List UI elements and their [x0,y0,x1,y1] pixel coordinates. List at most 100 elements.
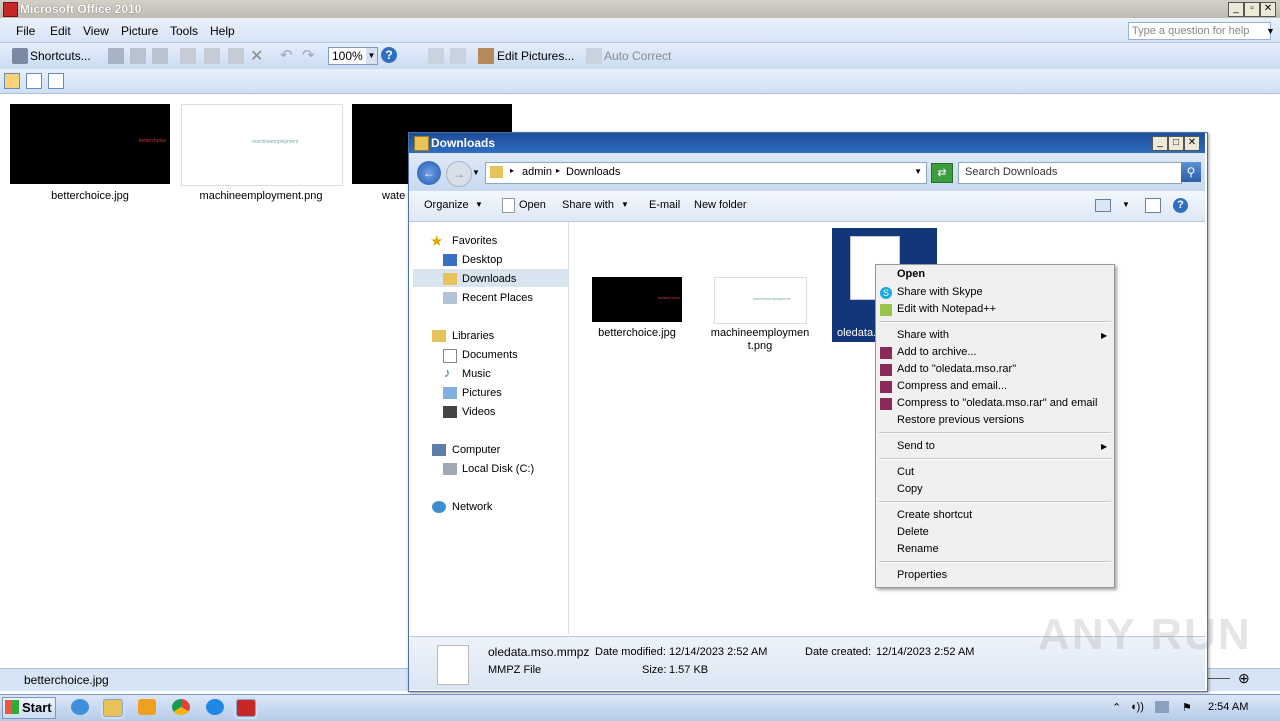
rotate-icon[interactable] [450,48,466,64]
nav-pictures[interactable]: Pictures [462,387,502,399]
breadcrumb-admin[interactable]: admin [522,166,552,178]
thumbnail-betterchoice[interactable]: betterchoice [10,104,170,184]
organize-button[interactable]: Organize [424,199,469,211]
menu-picture[interactable]: Picture [121,24,158,38]
auto-correct-button[interactable]: Auto Correct [604,49,671,63]
minimize-button[interactable]: _ [1228,2,1244,17]
help-icon[interactable]: ? [381,47,397,63]
file-name[interactable]: betterchoice.jpg [588,327,686,339]
refresh-icon[interactable]: ⇄ [931,163,953,183]
file-thumb-machineemployment[interactable]: machineemployment [714,277,807,324]
nav-computer[interactable]: Computer [452,444,500,456]
search-input[interactable]: Search Downloads [958,162,1182,184]
thumbnails-view-icon[interactable] [4,73,20,89]
copy-icon[interactable] [204,48,220,64]
chrome-icon[interactable] [172,699,190,715]
address-dropdown-icon[interactable]: ▼ [914,167,922,176]
explorer-maximize-button[interactable]: □ [1168,136,1184,151]
office-taskbar-icon[interactable] [236,699,256,717]
zoom-slider[interactable] [1206,678,1230,679]
share-with-button[interactable]: Share with [562,199,614,211]
clock[interactable]: 2:54 AM [1208,701,1248,713]
shortcuts-button[interactable]: Shortcuts... [30,49,91,63]
search-icon[interactable]: ⚲ [1181,162,1201,182]
new-folder-button[interactable]: New folder [694,199,747,211]
volume-icon[interactable]: ◖)) [1130,701,1144,713]
flag-icon[interactable]: ⚑ [1182,701,1192,714]
open-button[interactable]: Open [519,199,546,211]
network-tray-icon[interactable] [1155,701,1169,713]
menu-view[interactable]: View [83,24,109,38]
ie-icon[interactable] [71,699,89,715]
close-button[interactable]: ✕ [1260,2,1276,17]
nav-documents[interactable]: Documents [462,349,518,361]
forward-button[interactable]: → [446,161,472,187]
paste-icon[interactable] [228,48,244,64]
edge-icon[interactable] [206,699,224,715]
print-icon[interactable] [130,48,146,64]
filmstrip-view-icon[interactable] [26,73,42,89]
ctx-properties[interactable]: Properties [897,569,947,581]
back-button[interactable]: ← [417,161,441,185]
breadcrumb-arrow-icon[interactable]: ▸ [556,166,560,175]
ctx-send-to[interactable]: Send to [897,440,935,452]
nav-videos[interactable]: Videos [462,406,495,418]
view-dropdown-icon[interactable]: ▼ [1122,200,1130,209]
ctx-cut[interactable]: Cut [897,466,914,478]
ask-question-input[interactable]: Type a question for help [1128,22,1271,40]
thumbnail-machineemployment[interactable]: machineemployment [181,104,343,186]
ctx-edit-notepadpp[interactable]: Edit with Notepad++ [897,303,996,315]
preview-pane-icon[interactable] [1145,198,1161,213]
zoom-dropdown-icon[interactable]: ▼ [366,48,377,64]
ctx-rename[interactable]: Rename [897,543,939,555]
nav-favorites[interactable]: Favorites [452,235,497,247]
history-dropdown-icon[interactable]: ▼ [472,168,480,177]
nav-recent-places[interactable]: Recent Places [462,292,533,304]
ctx-copy[interactable]: Copy [897,483,923,495]
ask-dropdown-icon[interactable]: ▼ [1266,22,1278,40]
explorer-taskbar-icon[interactable] [103,699,123,717]
email-button[interactable]: E-mail [649,199,680,211]
single-view-icon[interactable] [48,73,64,89]
explorer-minimize-button[interactable]: _ [1152,136,1168,151]
show-hidden-icons[interactable]: ⌃ [1112,701,1121,714]
menu-edit[interactable]: Edit [50,24,71,38]
nav-local-disk[interactable]: Local Disk (C:) [462,463,534,475]
ctx-add-archive[interactable]: Add to archive... [897,346,977,358]
ctx-create-shortcut[interactable]: Create shortcut [897,509,972,521]
ctx-open[interactable]: Open [897,268,925,280]
ctx-restore-versions[interactable]: Restore previous versions [897,414,1024,426]
undo-icon[interactable]: ↶ [280,46,293,64]
zoom-select[interactable]: 100% ▼ [328,47,378,65]
file-thumb-betterchoice[interactable]: betterchoice [592,277,682,322]
organize-dropdown-icon[interactable]: ▼ [475,200,483,209]
media-player-icon[interactable] [138,699,156,715]
nav-desktop[interactable]: Desktop [462,254,502,266]
ctx-share-with[interactable]: Share with [897,329,949,341]
menu-tools[interactable]: Tools [170,24,198,38]
ctx-delete[interactable]: Delete [897,526,929,538]
edit-pictures-button[interactable]: Edit Pictures... [497,49,574,63]
restore-button[interactable]: ▫ [1244,2,1260,17]
breadcrumb-downloads[interactable]: Downloads [566,166,620,178]
menu-file[interactable]: File [16,24,35,38]
ctx-share-skype[interactable]: Share with Skype [897,286,983,298]
change-view-icon[interactable] [1095,199,1111,212]
explorer-close-button[interactable]: ✕ [1184,136,1200,151]
preview-icon[interactable] [152,48,168,64]
nav-network[interactable]: Network [452,501,492,513]
file-name[interactable]: machineemploymen [710,327,810,339]
breadcrumb-arrow-icon[interactable]: ▸ [510,166,514,175]
nav-libraries[interactable]: Libraries [452,330,494,342]
menu-help[interactable]: Help [210,24,235,38]
delete-icon[interactable]: ✕ [250,46,263,66]
ctx-add-rar[interactable]: Add to "oledata.mso.rar" [897,363,1016,375]
start-button[interactable]: Start [2,697,56,719]
share-dropdown-icon[interactable]: ▼ [621,200,629,209]
redo-icon[interactable]: ↷ [302,46,315,64]
nav-music[interactable]: Music [462,368,491,380]
address-bar[interactable]: ▸ admin ▸ Downloads ▼ [485,162,927,184]
zoom-in-icon[interactable]: ⊕ [1238,670,1250,687]
save-icon[interactable] [108,48,124,64]
nav-downloads[interactable]: Downloads [462,273,516,285]
